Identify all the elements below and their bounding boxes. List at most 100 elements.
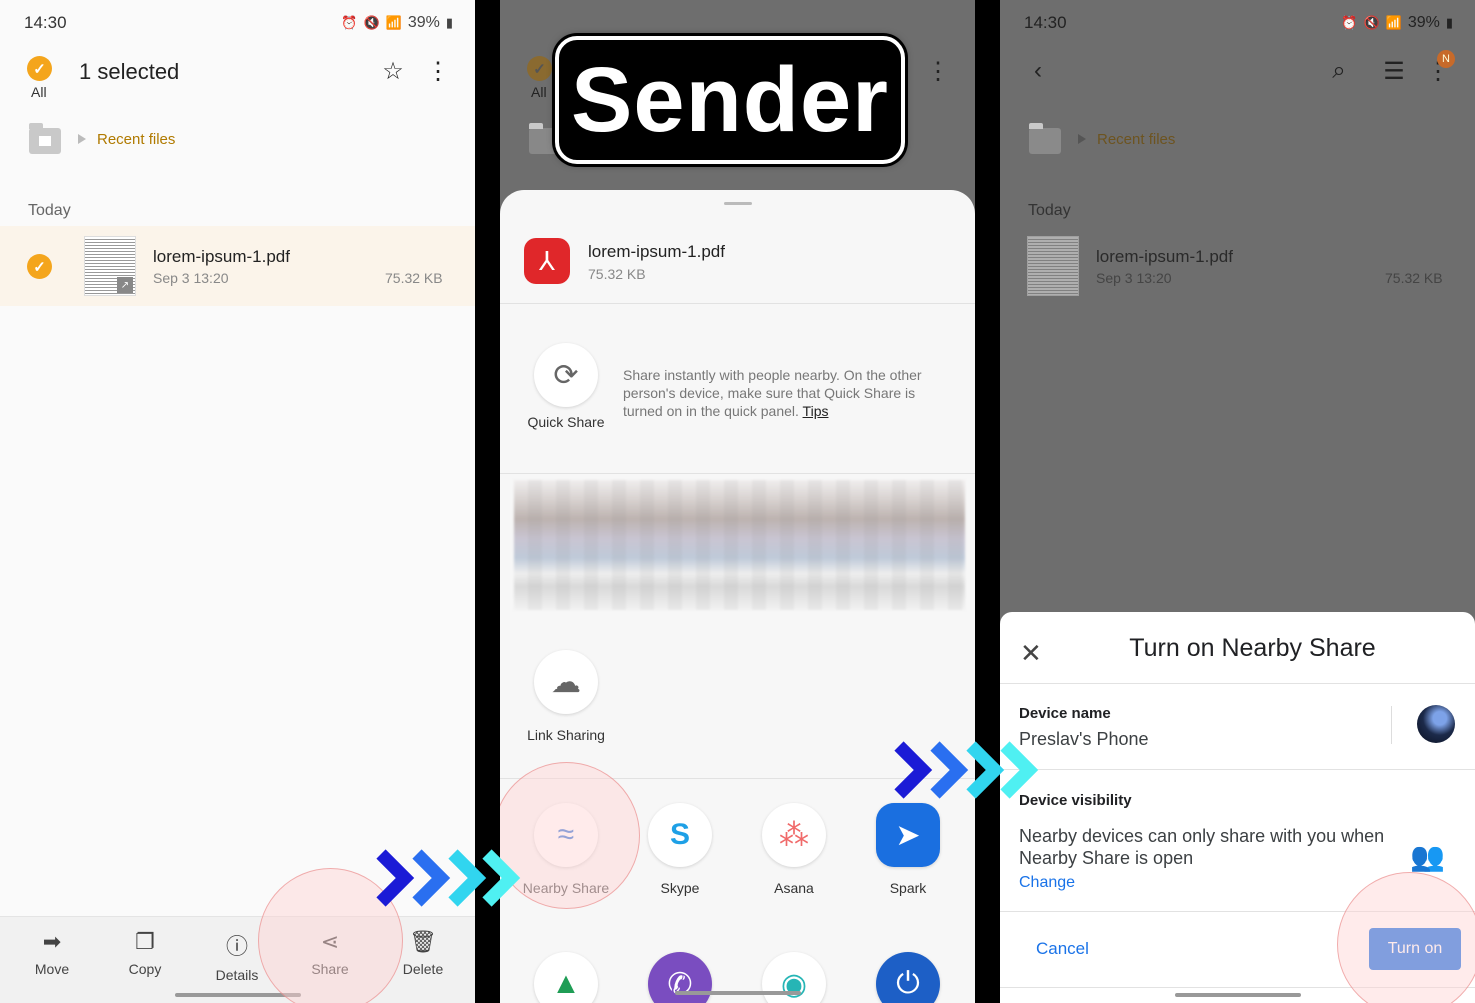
delete-button[interactable]: 🗑 Delete — [383, 929, 463, 977]
blurred-contacts-row — [514, 480, 965, 610]
move-button[interactable]: ➡ Move — [12, 929, 92, 977]
flow-arrows-icon — [893, 740, 1041, 800]
mute-icon: 🔇 — [1363, 15, 1380, 30]
divider — [1000, 769, 1475, 770]
skype-label[interactable]: Skype — [625, 880, 735, 896]
alarm-icon: ⏰ — [341, 15, 358, 30]
file-row: lorem-ipsum-1.pdf Sep 3 13:20 75.32 KB — [1000, 226, 1475, 306]
selected-count: 1 selected — [79, 59, 180, 84]
divider — [500, 473, 975, 474]
file-name: lorem-ipsum-1.pdf — [1096, 247, 1233, 266]
pdf-thumbnail — [1027, 236, 1079, 296]
file-date: Sep 3 13:20 — [1096, 270, 1172, 286]
link-sharing-icon[interactable]: ☁ — [534, 650, 598, 714]
trash-icon: 🗑 — [409, 929, 437, 954]
share-file-name: lorem-ipsum-1.pdf — [588, 242, 725, 261]
home-indicator — [674, 991, 801, 995]
divider — [1000, 683, 1475, 684]
mute-icon: 🔇 — [363, 15, 380, 30]
link-sharing-label[interactable]: Link Sharing — [511, 727, 621, 743]
home-indicator — [1174, 993, 1301, 997]
copy-icon: ❐ — [135, 929, 155, 954]
asana-label[interactable]: Asana — [739, 880, 849, 896]
google-drive-icon[interactable]: ▲ — [534, 952, 598, 1003]
app-icon-teal[interactable]: ◉ — [762, 952, 826, 1003]
file-size: 75.32 KB — [1385, 270, 1443, 286]
sheet-drag-handle[interactable] — [723, 202, 752, 205]
nearby-share-label[interactable]: Nearby Share — [511, 880, 621, 896]
quick-share-description: Share instantly with people nearby. On t… — [623, 367, 922, 419]
select-all-label: All — [31, 84, 47, 100]
status-time: 14:30 — [1024, 13, 1067, 32]
status-bar: 14:30 ⏰ 🔇 📶 39% ▮ — [24, 12, 453, 34]
search-icon[interactable]: ⌕ — [1324, 56, 1354, 86]
divider — [500, 303, 975, 304]
select-all-checkbox[interactable]: ✓ — [27, 56, 52, 81]
battery-icon: ▮ — [445, 15, 453, 30]
breadcrumb-arrow-icon — [78, 134, 86, 144]
wifi-icon: 📶 — [1385, 15, 1402, 30]
copy-button[interactable]: ❐ Copy — [105, 929, 185, 977]
dialog-title: Turn on Nearby Share — [1129, 634, 1376, 662]
share-icon: ⋖ — [320, 929, 340, 954]
flow-arrows-icon — [375, 848, 523, 908]
asana-icon[interactable]: ⁂ — [762, 803, 826, 867]
tips-link[interactable]: Tips — [803, 403, 829, 419]
nearby-share-icon[interactable]: ≈ — [534, 803, 598, 867]
avatar[interactable] — [1417, 705, 1455, 743]
device-name-label: Device name — [1019, 705, 1111, 722]
file-row-checkbox[interactable]: ✓ — [27, 254, 52, 279]
file-name: lorem-ipsum-1.pdf — [153, 247, 290, 266]
quick-share-label[interactable]: Quick Share — [511, 414, 621, 430]
move-icon: ➡ — [42, 929, 62, 954]
battery-level: 39% — [1407, 14, 1440, 31]
more-options-icon-dimmed: ⋮ — [926, 57, 950, 85]
share-button[interactable]: ⋖ Share — [290, 929, 370, 977]
pdf-thumbnail: ↗ — [84, 236, 136, 296]
nearby-share-dialog: ✕ Turn on Nearby Share Device name Presl… — [1000, 612, 1475, 1003]
bottom-action-bar: ➡ Move ❐ Copy ⓘ Details ⋖ Share 🗑 Delete — [0, 916, 475, 1003]
section-today: Today — [28, 202, 71, 219]
share-sheet: ⅄ lorem-ipsum-1.pdf 75.32 KB ⟳ Quick Sha… — [500, 190, 975, 1003]
favorite-star-icon[interactable]: ☆ — [378, 56, 408, 86]
file-size: 75.32 KB — [385, 270, 443, 286]
cancel-button[interactable]: Cancel — [1036, 939, 1089, 959]
spark-label[interactable]: Spark — [853, 880, 963, 896]
select-all-checkbox-dimmed: ✓ — [527, 56, 552, 81]
back-arrow-icon[interactable]: ‹ — [1026, 56, 1050, 86]
device-visibility-text: Nearby devices can only share with you w… — [1019, 826, 1385, 868]
skype-icon[interactable]: S — [648, 803, 712, 867]
select-all-label-dimmed: All — [531, 84, 547, 100]
battery-level: 39% — [407, 14, 440, 31]
app-icon-blue[interactable]: ⏻ — [876, 952, 940, 1003]
sender-overlay-title: Sender — [555, 36, 905, 164]
change-visibility-link[interactable]: Change — [1019, 874, 1075, 892]
turn-on-button[interactable]: Turn on — [1369, 928, 1461, 970]
info-icon: ⓘ — [225, 934, 248, 959]
details-button[interactable]: ⓘ Details — [197, 929, 277, 983]
spark-icon[interactable]: ➤ — [876, 803, 940, 867]
pdf-file-icon: ⅄ — [524, 238, 570, 284]
quick-share-icon[interactable]: ⟳ — [534, 343, 598, 407]
more-options-icon[interactable]: ⋮ — [426, 56, 450, 86]
breadcrumb-recent-files: Recent files — [1097, 131, 1176, 148]
viber-icon[interactable]: ✆ — [648, 952, 712, 1003]
alarm-icon: ⏰ — [1341, 15, 1358, 30]
home-folder-icon — [1029, 123, 1061, 154]
share-file-size: 75.32 KB — [588, 266, 646, 282]
vertical-divider — [1391, 706, 1392, 744]
wifi-icon: 📶 — [385, 15, 402, 30]
notification-badge: N — [1437, 50, 1455, 68]
panel-nearby-share-dialog: 14:30 ⏰ 🔇 📶 39% ▮ ‹ ⌕ ☰ ⋮ N Recent files… — [1000, 0, 1475, 1003]
battery-icon: ▮ — [1445, 15, 1453, 30]
list-view-icon[interactable]: ☰ — [1379, 56, 1409, 86]
breadcrumb-recent-files[interactable]: Recent files — [97, 131, 175, 148]
status-bar: 14:30 ⏰ 🔇 📶 39% ▮ — [1024, 12, 1453, 34]
edit-badge-icon: ↗ — [117, 277, 133, 293]
people-icon: 👥 — [1410, 841, 1445, 872]
home-folder-icon[interactable] — [29, 123, 61, 154]
file-row[interactable]: ✓ ↗ lorem-ipsum-1.pdf Sep 3 13:20 75.32 … — [0, 226, 475, 306]
divider — [1000, 987, 1475, 988]
status-time: 14:30 — [24, 13, 67, 32]
breadcrumb-arrow-icon — [1078, 134, 1086, 144]
